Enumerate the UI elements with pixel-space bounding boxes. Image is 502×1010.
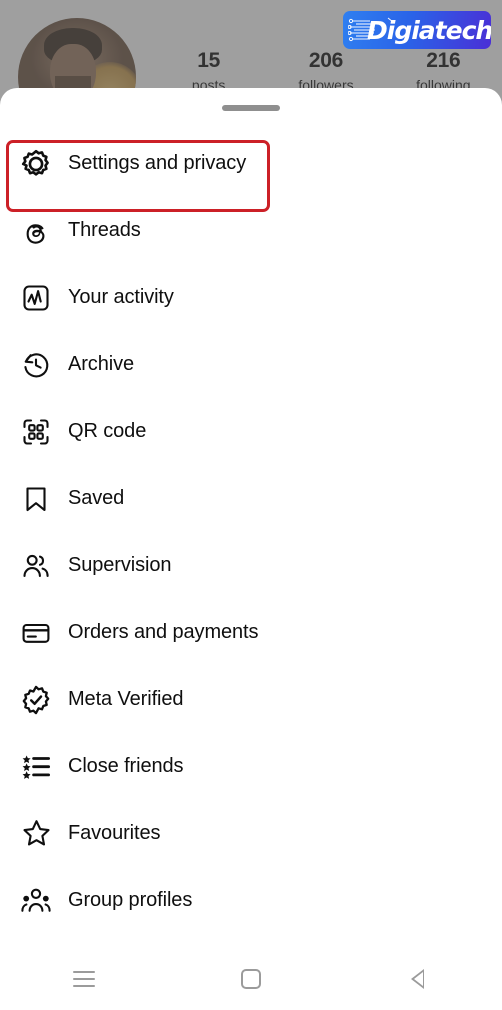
star-icon [18, 816, 54, 852]
menu-item-label: Orders and payments [68, 621, 259, 643]
bookmark-icon [18, 481, 54, 517]
menu-item-meta-verified[interactable]: Meta Verified [0, 666, 502, 733]
verified-badge-icon [18, 682, 54, 718]
back-button[interactable] [335, 948, 502, 1010]
activity-chart-icon [18, 280, 54, 316]
menu-item-your-activity[interactable]: Your activity [0, 264, 502, 331]
star-list-icon [18, 749, 54, 785]
menu-item-label: Threads [68, 219, 141, 241]
credit-card-icon [18, 615, 54, 651]
recents-button[interactable] [0, 948, 167, 1010]
menu-item-close-friends[interactable]: Close friends [0, 733, 502, 800]
menu-item-archive[interactable]: Archive [0, 331, 502, 398]
bottom-sheet-menu: Settings and privacy Threads Your activity… [0, 88, 502, 1010]
recents-icon [72, 971, 95, 987]
menu-item-supervision[interactable]: Supervision [0, 532, 502, 599]
menu-item-label: Settings and privacy [68, 152, 247, 174]
menu-item-qr-code[interactable]: QR code [0, 398, 502, 465]
drag-handle[interactable] [222, 105, 280, 111]
home-icon [240, 969, 261, 989]
home-button[interactable] [167, 948, 334, 1010]
menu-item-label: Favourites [68, 822, 161, 844]
digiatech-watermark-logo: Digiatech [343, 11, 491, 49]
menu-item-label: Saved [68, 487, 125, 509]
menu-item-settings-and-privacy[interactable]: Settings and privacy [0, 130, 502, 197]
menu-item-threads[interactable]: Threads [0, 197, 502, 264]
archive-clock-icon [18, 347, 54, 383]
watermark-text: Digiatech [367, 16, 491, 45]
menu-item-label: Meta Verified [68, 688, 184, 710]
menu-item-label: Group profiles [68, 889, 193, 911]
two-people-icon [18, 548, 54, 584]
gear-icon [18, 146, 54, 182]
menu-item-label: Close friends [68, 755, 184, 777]
menu-item-label: Archive [68, 353, 134, 375]
threads-icon [18, 213, 54, 249]
menu-item-group-profiles[interactable]: Group profiles [0, 867, 502, 934]
menu-list: Settings and privacy Threads Your activity… [0, 130, 502, 934]
menu-item-favourites[interactable]: Favourites [0, 800, 502, 867]
qr-code-icon [18, 414, 54, 450]
menu-item-label: Supervision [68, 554, 172, 576]
menu-item-label: QR code [68, 420, 147, 442]
menu-item-label: Your activity [68, 286, 174, 308]
menu-item-saved[interactable]: Saved [0, 465, 502, 532]
menu-item-orders-and-payments[interactable]: Orders and payments [0, 599, 502, 666]
back-icon [410, 969, 426, 989]
android-navigation-bar [0, 948, 502, 1010]
three-people-icon [18, 883, 54, 919]
